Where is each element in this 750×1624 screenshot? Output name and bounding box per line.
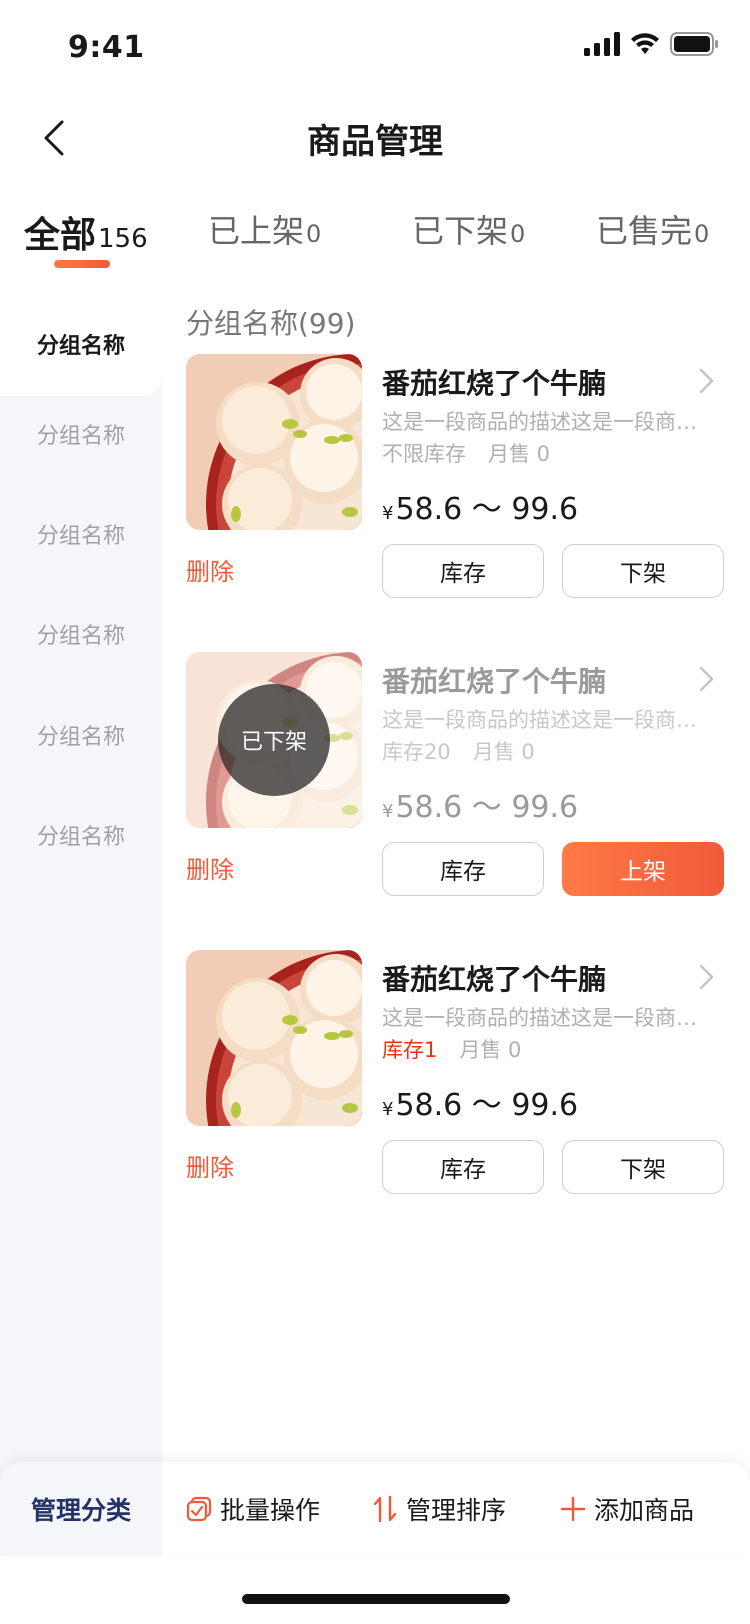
product-image <box>186 354 362 530</box>
tab-delisted[interactable]: 已下架 0 <box>412 206 525 266</box>
product-price: ¥ 58.6 ～ 99.6 <box>382 484 578 528</box>
product-stock-line: 不限库存 月售 0 <box>382 438 550 468</box>
tab-count: 0 <box>306 220 322 248</box>
price-range: 58.6 ～ 99.6 <box>395 492 579 527</box>
currency-symbol: ¥ <box>382 801 394 822</box>
product-image: 已下架 <box>186 652 362 828</box>
currency-symbol: ¥ <box>382 503 394 524</box>
sidebar-item[interactable]: 分组名称 <box>0 382 162 486</box>
product-description: 这是一段商品的描述这是一段商品的描述 <box>382 410 712 434</box>
page-title: 商品管理 <box>307 122 443 162</box>
category-sidebar: 分组名称 分组名称 分组名称 分组名称 分组名称 分组名称 <box>0 292 162 1556</box>
tab-label: 已售完 <box>596 212 693 250</box>
stock-button[interactable]: 库存 <box>382 544 544 598</box>
tab-sold-out[interactable]: 已售完 0 <box>596 206 709 266</box>
tab-listed[interactable]: 已上架 0 <box>208 206 321 266</box>
tab-all[interactable]: 全部 156 <box>24 206 148 266</box>
batch-icon <box>186 1496 212 1522</box>
tab-label: 全部 <box>24 215 97 256</box>
delist-button[interactable]: 下架 <box>562 1140 724 1194</box>
currency-symbol: ¥ <box>382 1099 394 1120</box>
home-indicator[interactable] <box>242 1594 510 1604</box>
bottom-action-bar: 管理分类 批量操作 管理排序 添加商品 <box>0 1462 750 1556</box>
delete-button[interactable]: 删除 <box>186 850 234 885</box>
product-name: 番茄红烧了个牛腩 <box>382 367 607 400</box>
product-sales: 月售 0 <box>488 442 551 466</box>
product-description: 这是一段商品的描述这是一段商品的描述 <box>382 708 712 732</box>
product-name: 番茄红烧了个牛腩 <box>382 963 607 996</box>
add-product-button[interactable]: 添加商品 <box>560 1462 694 1556</box>
batch-operation-button[interactable]: 批量操作 <box>186 1462 320 1556</box>
product-image <box>186 950 362 1126</box>
sidebar-item[interactable]: 分组名称 <box>0 683 162 787</box>
sidebar-item[interactable]: 分组名称 <box>0 783 162 887</box>
wifi-icon <box>630 32 660 60</box>
sidebar-item[interactable]: 分组名称 <box>0 482 162 586</box>
delete-button[interactable]: 删除 <box>186 1148 234 1183</box>
chevron-right-icon[interactable] <box>694 366 718 396</box>
product-price: ¥ 58.6 ～ 99.6 <box>382 1080 578 1124</box>
delisted-badge: 已下架 <box>218 684 330 796</box>
product-card[interactable]: 已下架 番茄红烧了个牛腩 这是一段商品的描述这是一段商品的描述 库存20 月售 0… <box>186 652 726 912</box>
delete-button[interactable]: 删除 <box>186 552 234 587</box>
group-title: 分组名称(99) <box>186 307 356 340</box>
tab-count: 156 <box>98 224 148 254</box>
product-stock-line: 库存20 月售 0 <box>382 736 535 766</box>
product-list: 分组名称(99) 番茄红烧了个牛腩 这是一段商品的描述这是一段商品 不限库存 月… <box>162 292 750 1462</box>
product-card[interactable]: 番茄红烧了个牛腩 这是一段商品的描述这是一段商品的描述 库存1 月售 0 ¥ 58… <box>186 950 726 1210</box>
product-stock-line: 库存1 月售 0 <box>382 1034 521 1064</box>
sidebar-item-active[interactable]: 分组名称 <box>0 292 162 396</box>
product-card[interactable]: 番茄红烧了个牛腩 这是一段商品的描述这是一段商品的描述 不限库存月售 0 ¥ 5… <box>186 354 726 614</box>
delist-button[interactable]: 下架 <box>562 544 724 598</box>
stock-button[interactable]: 库存 <box>382 1140 544 1194</box>
product-stock: 不限库存 <box>382 442 466 466</box>
status-icons <box>584 32 720 60</box>
sidebar-item[interactable]: 分组名称 <box>0 582 162 686</box>
list-button[interactable]: 上架 <box>562 842 724 896</box>
product-price: ¥ 58.6 ～ 99.6 <box>382 782 578 826</box>
price-range: 58.6 ～ 99.6 <box>395 1088 579 1123</box>
plus-icon <box>560 1496 586 1522</box>
tab-count: 0 <box>510 220 526 248</box>
status-time: 9:41 <box>68 30 145 65</box>
nav-bar: 商品管理 <box>0 96 750 196</box>
price-range: 58.6 ～ 99.6 <box>395 790 579 825</box>
battery-icon <box>670 32 720 60</box>
tab-count: 0 <box>694 220 710 248</box>
sort-label: 管理排序 <box>406 1496 507 1525</box>
signal-icon <box>584 32 620 60</box>
product-sales: 月售 0 <box>472 740 535 764</box>
status-bar: 9:41 <box>0 0 750 96</box>
add-label: 添加商品 <box>594 1496 695 1525</box>
batch-label: 批量操作 <box>220 1496 321 1525</box>
chevron-right-icon[interactable] <box>694 664 718 694</box>
product-description: 这是一段商品的描述这是一段商品的描述 <box>382 1006 712 1030</box>
tab-label: 已上架 <box>208 212 305 250</box>
manage-sort-button[interactable]: 管理排序 <box>372 1462 506 1556</box>
tab-active-indicator <box>54 260 110 268</box>
tab-label: 已下架 <box>412 212 509 250</box>
status-tabs: 全部 156 已上架 0 已下架 0 已售完 0 <box>0 196 750 276</box>
manage-category-button[interactable]: 管理分类 <box>0 1462 162 1556</box>
chevron-right-icon[interactable] <box>694 962 718 992</box>
stock-button[interactable]: 库存 <box>382 842 544 896</box>
sort-icon <box>373 1495 397 1523</box>
product-stock-low: 库存1 <box>382 1038 438 1062</box>
product-sales: 月售 0 <box>459 1038 522 1062</box>
product-name: 番茄红烧了个牛腩 <box>382 665 607 698</box>
product-stock: 库存20 <box>382 740 451 764</box>
